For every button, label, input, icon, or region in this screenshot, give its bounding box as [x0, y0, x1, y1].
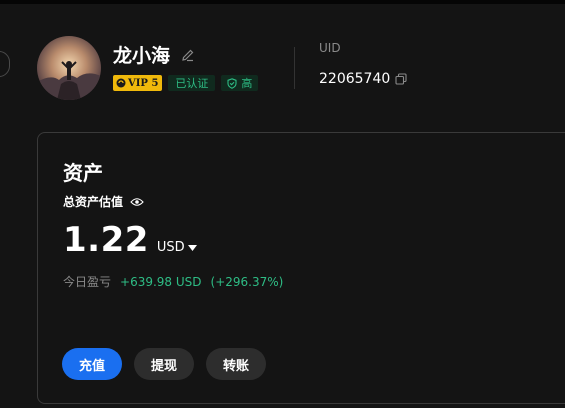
- vip-logo-icon: [116, 78, 126, 88]
- assets-card: 资产 总资产估值 1.22 USD 今日盈亏 +639.98 USD (+296…: [37, 132, 565, 404]
- verified-badge[interactable]: 已认证: [168, 75, 216, 91]
- currency-dropdown[interactable]: USD: [157, 240, 197, 255]
- username: 龙小海: [113, 45, 171, 67]
- security-level-badge[interactable]: 高: [221, 75, 259, 91]
- amount-row: 1.22 USD: [63, 220, 197, 260]
- eye-icon[interactable]: [130, 197, 144, 207]
- vip-badge[interactable]: VIP 5: [113, 75, 163, 91]
- total-amount: 1.22: [63, 220, 149, 260]
- security-level-label: 高: [241, 77, 253, 90]
- uid-label: UID: [319, 41, 341, 55]
- withdraw-button[interactable]: 提现: [134, 348, 194, 380]
- daily-pnl-label: 今日盈亏: [63, 275, 112, 289]
- daily-pnl-row: 今日盈亏 +639.98 USD (+296.37%): [63, 273, 283, 290]
- assets-title: 资产: [63, 161, 103, 185]
- copy-icon[interactable]: [395, 73, 407, 85]
- badge-row: VIP 5 已认证 高: [113, 75, 259, 91]
- top-bar: [0, 0, 565, 4]
- uid-value: 22065740: [319, 71, 391, 87]
- total-assets-label: 总资产估值: [63, 195, 124, 209]
- deposit-button[interactable]: 充值: [62, 348, 122, 380]
- uid-row: 22065740: [319, 71, 407, 87]
- caret-down-icon: [187, 244, 197, 251]
- side-nav-handle[interactable]: [0, 51, 10, 77]
- currency-label: USD: [156, 240, 185, 255]
- vip-label: VIP 5: [128, 77, 159, 89]
- total-assets-row: 总资产估值: [63, 193, 144, 210]
- avatar[interactable]: [37, 36, 101, 100]
- shield-check-icon: [227, 77, 237, 89]
- edit-icon[interactable]: [181, 48, 195, 62]
- transfer-button[interactable]: 转账: [206, 348, 266, 380]
- daily-pnl-percent: (+296.37%): [210, 274, 284, 289]
- daily-pnl-value: +639.98 USD: [120, 274, 202, 289]
- header-divider: [294, 47, 295, 89]
- verified-label: 已认证: [175, 77, 209, 90]
